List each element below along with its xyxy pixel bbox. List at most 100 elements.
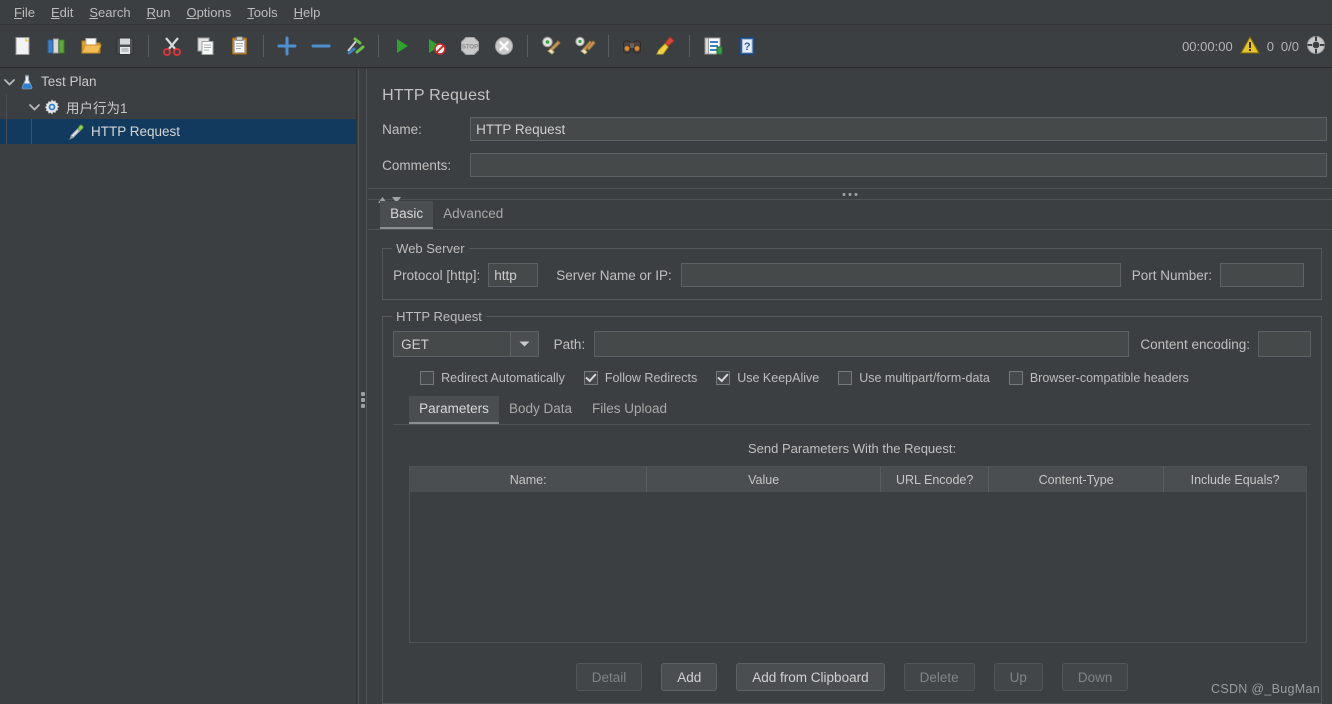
tab-parameters[interactable]: Parameters	[409, 396, 499, 424]
toggle-icon[interactable]	[340, 31, 370, 61]
checkbox-browser-compatible-headers[interactable]: Browser-compatible headers	[1008, 371, 1189, 385]
tree-node-selected[interactable]: HTTP Request	[0, 119, 357, 144]
checkbox-box[interactable]	[1008, 371, 1023, 385]
checkbox-box[interactable]	[838, 371, 853, 385]
watermark: CSDN @_BugMan	[1211, 682, 1320, 696]
request-body-tabs[interactable]: Parameters Body Data Files Upload	[393, 395, 1311, 425]
menu-options[interactable]: Options	[178, 2, 239, 23]
search-binoculars-icon[interactable]	[617, 31, 647, 61]
clear-icon[interactable]	[536, 31, 566, 61]
method-path-row: GET Path: Content encoding:	[393, 331, 1311, 357]
table-column-header[interactable]: Content-Type	[989, 467, 1165, 492]
start-no-timers-icon[interactable]	[421, 31, 451, 61]
function-helper-icon[interactable]	[698, 31, 728, 61]
tab-files-upload[interactable]: Files Upload	[582, 396, 677, 424]
tree-node-0[interactable]: Test Plan	[0, 69, 356, 94]
menu-edit[interactable]: Edit	[43, 2, 81, 23]
content-encoding-input[interactable]	[1258, 331, 1311, 357]
tree-node-1[interactable]: 用户行为1	[0, 94, 356, 119]
checkbox-use-multipart-form-data[interactable]: Use multipart/form-data	[838, 371, 990, 385]
help-icon[interactable]: ?	[732, 31, 762, 61]
toolbar-separator	[378, 35, 379, 57]
tab-basic[interactable]: Basic	[380, 201, 434, 229]
table-column-header[interactable]: Value	[647, 467, 882, 492]
toolbar: STOP ? 00:00:00 0 0/0	[0, 25, 1332, 68]
comments-input[interactable]	[470, 153, 1328, 177]
checkbox-box[interactable]	[420, 371, 435, 385]
tree-indent-guide	[6, 94, 7, 119]
parameters-table[interactable]: Name: Value URL Encode? Content-Type Include…	[409, 466, 1307, 643]
horizontal-splitter[interactable]	[368, 188, 1332, 203]
templates-icon[interactable]	[42, 31, 72, 61]
main-tabs[interactable]: Basic Advanced	[368, 200, 1332, 230]
search-reset-broom-icon[interactable]	[651, 31, 681, 61]
paste-icon[interactable]	[225, 31, 255, 61]
start-icon[interactable]	[387, 31, 417, 61]
port-number-input[interactable]	[1220, 263, 1305, 287]
http-method-value: GET	[401, 336, 429, 352]
copy-icon[interactable]	[191, 31, 221, 61]
new-document-icon[interactable]	[8, 31, 38, 61]
menu-search[interactable]: Search	[81, 2, 138, 23]
toolbar-separator	[527, 35, 528, 57]
menu-help[interactable]: Help	[286, 2, 329, 23]
chevron-down-icon[interactable]	[26, 98, 43, 115]
tab-advanced[interactable]: Advanced	[433, 201, 513, 229]
table-column-header[interactable]: Name:	[410, 467, 648, 492]
menu-bar: File Edit Search Run Options Tools Help	[0, 0, 1332, 25]
add-from-clipboard-button[interactable]: Add from Clipboard	[736, 663, 885, 691]
add-icon[interactable]	[272, 31, 302, 61]
toolbar-status: 00:00:00 0 0/0	[1182, 25, 1326, 68]
tree-indent-guide	[6, 119, 7, 144]
checkbox-box[interactable]	[583, 371, 598, 385]
up-button: Up	[993, 663, 1043, 691]
remove-icon[interactable]	[306, 31, 336, 61]
protocol-input[interactable]	[488, 263, 539, 287]
http-request-group: HTTP Request GET Path: Content encoding:…	[382, 309, 1322, 704]
cut-scissors-icon[interactable]	[157, 31, 187, 61]
toolbar-separator	[689, 35, 690, 57]
checkbox-label: Follow Redirects	[604, 371, 698, 385]
clear-all-icon[interactable]	[570, 31, 600, 61]
chevron-down-icon[interactable]	[509, 332, 538, 356]
remote-connection-icon[interactable]	[1306, 35, 1326, 58]
save-icon[interactable]	[110, 31, 140, 61]
checkbox-box[interactable]	[716, 371, 731, 385]
table-column-header[interactable]: URL Encode?	[881, 467, 990, 492]
http-request-editor: HTTP Request Name: Comments: BasicAdvanc…	[368, 69, 1332, 704]
checkbox-label: Redirect Automatically	[441, 371, 565, 385]
stop-icon[interactable]: STOP	[455, 31, 485, 61]
vertical-splitter[interactable]	[357, 69, 369, 704]
checkbox-redirect-automatically[interactable]: Redirect Automatically	[420, 371, 565, 385]
menu-tools[interactable]: Tools	[239, 2, 285, 23]
checkbox-use-keepalive[interactable]: Use KeepAlive	[716, 371, 819, 385]
http-method-select[interactable]: GET	[393, 331, 539, 357]
parameters-caption: Send Parameters With the Request:	[748, 441, 957, 456]
splitter-dots[interactable]	[842, 193, 858, 196]
add-button[interactable]: Add	[661, 663, 718, 691]
tab-body-data[interactable]: Body Data	[499, 396, 582, 424]
path-input[interactable]	[594, 331, 1130, 357]
table-column-header[interactable]: Include Equals?	[1164, 467, 1306, 492]
checkbox-follow-redirects[interactable]: Follow Redirects	[583, 371, 698, 385]
warning-triangle-icon[interactable]	[1239, 35, 1260, 58]
server-name-input[interactable]	[680, 263, 1121, 287]
toolbar-separator	[608, 35, 609, 57]
chevron-down-icon[interactable]	[1, 73, 18, 90]
table-body[interactable]	[410, 492, 1306, 642]
path-label: Path:	[553, 336, 586, 352]
open-folder-icon[interactable]	[76, 31, 106, 61]
splitter-line	[358, 69, 360, 704]
name-input[interactable]	[470, 117, 1328, 141]
menu-file[interactable]: File	[6, 2, 43, 23]
tree-node-label: Test Plan	[41, 74, 97, 89]
request-options-checkboxes: Redirect Automatically Follow Redirects Us…	[393, 371, 1311, 385]
splitter-handle[interactable]	[360, 392, 365, 408]
shutdown-icon[interactable]	[489, 31, 519, 61]
thread-counter: 0/0	[1280, 39, 1299, 54]
menu-run[interactable]: Run	[139, 2, 179, 23]
toolbar-separator	[148, 35, 149, 57]
test-plan-tree[interactable]: Test Plan 用户行为1 HTTP Request	[0, 69, 358, 704]
comments-label: Comments:	[382, 157, 452, 173]
http-sampler-pipette-icon	[68, 123, 86, 141]
